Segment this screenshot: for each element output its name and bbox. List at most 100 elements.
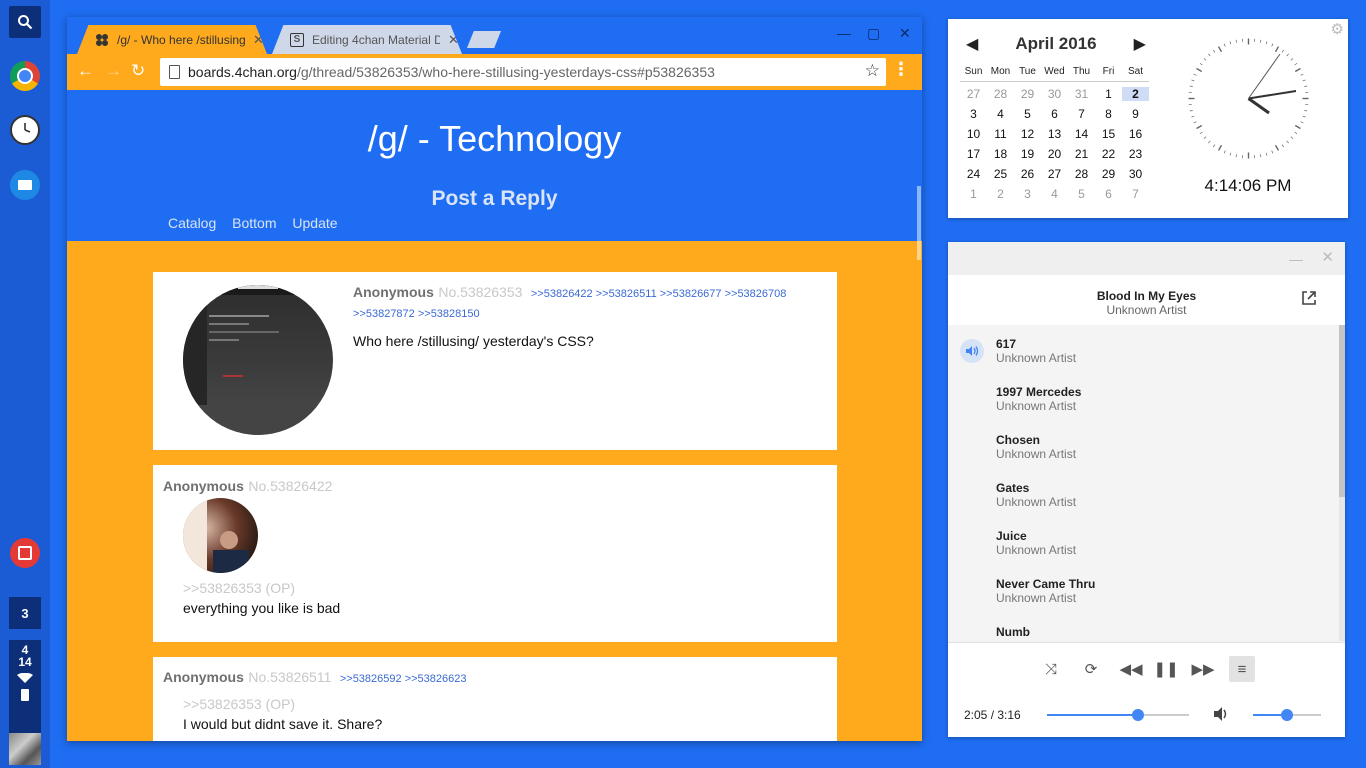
- reload-icon[interactable]: ↻: [131, 61, 145, 81]
- open-external-icon[interactable]: [1301, 290, 1317, 306]
- calendar-day[interactable]: 5: [1068, 187, 1095, 201]
- new-tab-button[interactable]: [467, 31, 501, 48]
- calendar-day[interactable]: 3: [1014, 187, 1041, 201]
- calendar-day[interactable]: 10: [960, 127, 987, 141]
- post-number[interactable]: No.53826422: [248, 478, 332, 494]
- bookmark-star-icon[interactable]: ☆: [865, 61, 880, 81]
- status-tray[interactable]: 4 14: [9, 640, 41, 736]
- prev-month-icon[interactable]: ◀: [966, 34, 978, 54]
- track-item[interactable]: Juice Unknown Artist: [948, 517, 1339, 565]
- calendar-day[interactable]: 27: [960, 87, 987, 101]
- reply-backlinks-2[interactable]: >>53827872 >>53828150: [353, 308, 480, 320]
- calendar-day[interactable]: 13: [1041, 127, 1068, 141]
- back-arrow-icon[interactable]: ←: [77, 61, 94, 81]
- calendar-day[interactable]: 17: [960, 147, 987, 161]
- maximize-icon[interactable]: ▢: [867, 25, 880, 42]
- calendar-day[interactable]: 20: [1041, 147, 1068, 161]
- minimize-icon[interactable]: —: [1289, 251, 1303, 267]
- catalog-link[interactable]: Catalog: [168, 215, 216, 231]
- close-window-icon[interactable]: ✕: [899, 25, 911, 42]
- calendar-day[interactable]: 19: [1014, 147, 1041, 161]
- pause-icon[interactable]: ❚❚: [1153, 656, 1179, 682]
- files-app-icon[interactable]: [10, 170, 40, 200]
- calendar-day[interactable]: 29: [1014, 87, 1041, 101]
- reply-backlinks[interactable]: >>53826592 >>53826623: [340, 673, 467, 685]
- forward-arrow-icon[interactable]: →: [105, 61, 122, 81]
- seek-knob[interactable]: [1131, 709, 1144, 721]
- update-link[interactable]: Update: [292, 215, 337, 231]
- tab-close-icon[interactable]: ✕: [448, 32, 459, 48]
- address-bar[interactable]: boards.4chan.org/g/thread/53826353/who-h…: [160, 58, 886, 86]
- calendar-day[interactable]: 6: [1095, 187, 1122, 201]
- gear-icon[interactable]: ⚙: [1331, 20, 1344, 38]
- calendar-day[interactable]: 4: [987, 107, 1014, 121]
- calendar-day[interactable]: 15: [1095, 127, 1122, 141]
- rewind-icon[interactable]: ◀◀: [1118, 656, 1144, 682]
- menu-dots-icon[interactable]: ⋮: [892, 59, 910, 80]
- quote-link[interactable]: >>53826353 (OP): [183, 696, 295, 712]
- launcher-search-button[interactable]: [9, 6, 41, 38]
- calendar-day[interactable]: 29: [1095, 167, 1122, 181]
- calendar-day[interactable]: 6: [1041, 107, 1068, 121]
- calendar-day[interactable]: 25: [987, 167, 1014, 181]
- calendar-day[interactable]: 8: [1095, 107, 1122, 121]
- calendar-day[interactable]: 18: [987, 147, 1014, 161]
- calendar-day[interactable]: 30: [1041, 87, 1068, 101]
- op-thumbnail[interactable]: [183, 285, 333, 435]
- shuffle-icon[interactable]: ⤨: [1038, 656, 1064, 682]
- calendar-day[interactable]: 24: [960, 167, 987, 181]
- page-scrollbar[interactable]: [917, 186, 921, 260]
- calendar-day[interactable]: 12: [1014, 127, 1041, 141]
- calendar-day[interactable]: 14: [1068, 127, 1095, 141]
- minimize-icon[interactable]: —: [837, 25, 851, 41]
- reply-backlinks[interactable]: >>53826422 >>53826511 >>53826677 >>53826…: [531, 288, 787, 300]
- tab-4chan-thread[interactable]: /g/ - Who here /stillusing/ yesterday's …: [77, 25, 267, 54]
- track-item[interactable]: Chosen Unknown Artist: [948, 421, 1339, 469]
- tab-editing-style[interactable]: S Editing 4chan Material Design ✕: [272, 25, 462, 54]
- volume-knob[interactable]: [1281, 709, 1293, 721]
- track-item[interactable]: NumbUnknown Artist: [948, 613, 1339, 641]
- track-item[interactable]: Gates Unknown Artist: [948, 469, 1339, 517]
- calendar-day[interactable]: 30: [1122, 167, 1149, 181]
- user-avatar[interactable]: [9, 733, 41, 765]
- calendar-day[interactable]: 16: [1122, 127, 1149, 141]
- calendar-day[interactable]: 7: [1122, 187, 1149, 201]
- calendar-day[interactable]: 11: [987, 127, 1014, 141]
- calendar-day[interactable]: 7: [1068, 107, 1095, 121]
- tab-close-icon[interactable]: ✕: [253, 32, 264, 48]
- calendar-day[interactable]: 23: [1122, 147, 1149, 161]
- reply-thumbnail[interactable]: [183, 498, 258, 573]
- calendar-day[interactable]: 28: [987, 87, 1014, 101]
- calendar-day[interactable]: 21: [1068, 147, 1095, 161]
- track-item[interactable]: 1997 Mercedes Unknown Artist: [948, 373, 1339, 421]
- calendar-day[interactable]: 5: [1014, 107, 1041, 121]
- workspace-indicator[interactable]: 3: [9, 597, 41, 629]
- calendar-day[interactable]: 3: [960, 107, 987, 121]
- track-list-scrollbar[interactable]: [1339, 325, 1345, 641]
- post-number[interactable]: No.53826511: [248, 669, 331, 685]
- calendar-day[interactable]: 2: [1122, 87, 1149, 101]
- chrome-app-icon[interactable]: [10, 61, 40, 91]
- calendar-day[interactable]: 28: [1068, 167, 1095, 181]
- clock-app-icon[interactable]: [10, 115, 40, 145]
- calendar-day[interactable]: 4: [1041, 187, 1068, 201]
- track-item[interactable]: Never Came Thru Unknown Artist: [948, 565, 1339, 613]
- calendar-day[interactable]: 1: [1095, 87, 1122, 101]
- post-number[interactable]: No.53826353: [438, 284, 522, 300]
- volume-icon[interactable]: [1212, 706, 1230, 722]
- calendar-day[interactable]: 1: [960, 187, 987, 201]
- next-month-icon[interactable]: ▶: [1134, 34, 1146, 54]
- calendar-day[interactable]: 26: [1014, 167, 1041, 181]
- quote-link[interactable]: >>53826353 (OP): [183, 580, 295, 596]
- calendar-day[interactable]: 27: [1041, 167, 1068, 181]
- volume-slider[interactable]: [1253, 709, 1321, 721]
- track-item[interactable]: 617 Unknown Artist: [948, 325, 1339, 373]
- repeat-icon[interactable]: ⟳: [1078, 656, 1104, 682]
- post-reply-link[interactable]: Post a Reply: [67, 187, 922, 211]
- fast-forward-icon[interactable]: ▶▶: [1190, 656, 1216, 682]
- calendar-day[interactable]: 31: [1068, 87, 1095, 101]
- screenshot-app-icon[interactable]: [10, 538, 40, 568]
- close-icon[interactable]: ✕: [1321, 248, 1334, 266]
- bottom-link[interactable]: Bottom: [232, 215, 276, 231]
- seek-slider[interactable]: [1047, 709, 1189, 721]
